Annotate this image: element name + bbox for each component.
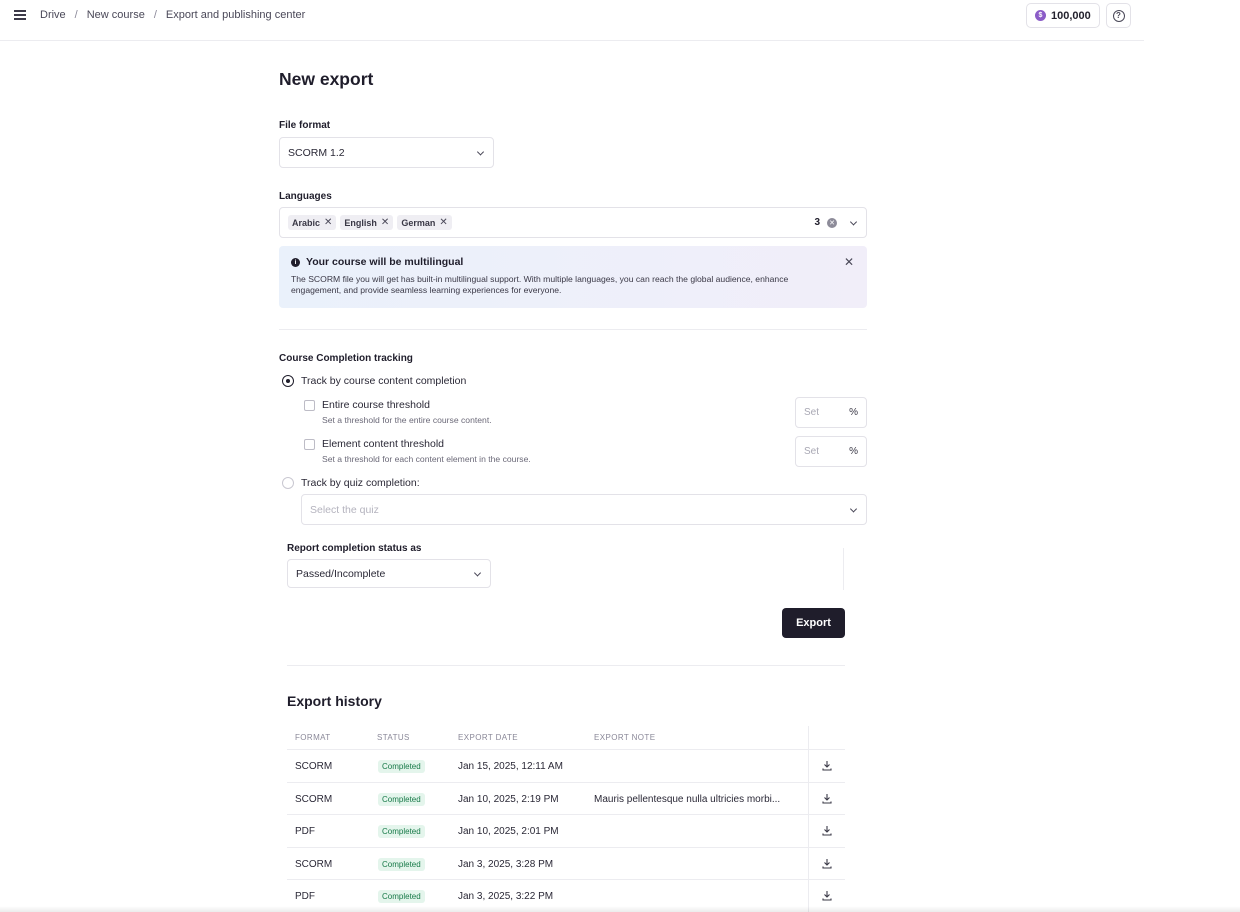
status-badge: Completed <box>378 760 425 773</box>
top-bar: Drive / New course / Export and publishi… <box>0 0 1144 41</box>
credits-button[interactable]: $ 100,000 <box>1026 3 1100 28</box>
file-format-value: SCORM 1.2 <box>288 146 345 159</box>
table-row: PDF Completed Jan 10, 2025, 2:01 PM <box>287 815 845 848</box>
banner-title: Your course will be multilingual <box>306 256 464 268</box>
element-threshold-hint: Set a threshold for each content element… <box>322 454 531 464</box>
remove-tag-icon[interactable]: ✕ <box>324 217 332 228</box>
language-tag-label: German <box>401 217 436 228</box>
export-button[interactable]: Export <box>782 608 845 638</box>
entire-threshold-checkbox[interactable] <box>304 400 315 411</box>
section-divider <box>287 665 845 666</box>
menu-icon[interactable] <box>14 10 26 22</box>
languages-multiselect[interactable]: Arabic ✕ English ✕ German ✕ 3 ✕ <box>279 207 867 238</box>
vertical-divider <box>843 548 844 590</box>
bottom-shadow <box>0 906 1240 912</box>
row-format: SCORM <box>295 858 333 870</box>
row-date: Jan 15, 2025, 12:11 AM <box>458 761 563 772</box>
chevron-down-icon <box>473 568 482 577</box>
entire-threshold-hint: Set a threshold for the entire course co… <box>322 415 492 425</box>
col-format: FORMAT <box>295 733 331 742</box>
history-title: Export history <box>287 693 382 709</box>
track-quiz-label: Track by quiz completion: <box>301 477 420 489</box>
language-tag-label: English <box>344 217 377 228</box>
row-format: PDF <box>295 826 315 838</box>
remove-tag-icon[interactable]: ✕ <box>381 217 389 228</box>
input-placeholder: Set <box>804 407 820 418</box>
table-row: SCORM Completed Jan 15, 2025, 12:11 AM <box>287 750 845 783</box>
row-date: Jan 10, 2025, 2:19 PM <box>458 793 559 805</box>
tracking-label: Course Completion tracking <box>279 353 413 364</box>
entire-threshold-title: Entire course threshold <box>322 399 430 411</box>
chevron-down-icon <box>476 147 485 156</box>
remove-tag-icon[interactable]: ✕ <box>439 217 447 228</box>
status-badge: Completed <box>378 825 425 839</box>
history-table: FORMAT STATUS EXPORT DATE EXPORT NOTE SC… <box>287 726 845 912</box>
page-title: New export <box>279 69 374 89</box>
radio-track-quiz[interactable] <box>282 477 294 489</box>
breadcrumb-drive[interactable]: Drive <box>40 9 66 21</box>
clear-all-icon[interactable]: ✕ <box>827 217 837 228</box>
chevron-down-icon <box>849 217 858 226</box>
element-threshold-title: Element content threshold <box>322 438 444 450</box>
input-placeholder: Set <box>804 446 820 457</box>
language-tag: English ✕ <box>340 215 394 230</box>
col-export-date: EXPORT DATE <box>458 733 518 742</box>
report-label: Report completion status as <box>287 543 422 554</box>
multilingual-banner: i Your course will be multilingual The S… <box>279 246 867 308</box>
breadcrumb-separator: / <box>74 9 78 21</box>
breadcrumb-new-course[interactable]: New course <box>87 9 145 21</box>
languages-label: Languages <box>279 191 332 202</box>
quiz-placeholder: Select the quiz <box>310 503 379 516</box>
report-status-value: Passed/Incomplete <box>296 567 386 580</box>
col-status: STATUS <box>377 733 410 742</box>
download-icon[interactable] <box>822 890 832 901</box>
row-date: Jan 10, 2025, 2:01 PM <box>458 826 559 838</box>
banner-text: The SCORM file you will get has built-in… <box>291 274 789 295</box>
download-icon[interactable] <box>822 760 832 771</box>
track-content-label: Track by course content completion <box>301 375 467 387</box>
percent-unit: % <box>849 446 858 457</box>
close-icon[interactable]: ✕ <box>844 255 854 269</box>
percent-unit: % <box>849 407 858 418</box>
row-date: Jan 3, 2025, 3:28 PM <box>458 858 554 870</box>
element-threshold-input[interactable]: Set % <box>795 436 867 467</box>
row-format: SCORM <box>295 793 333 805</box>
status-badge: Completed <box>378 792 425 806</box>
table-row: SCORM Completed Jan 10, 2025, 2:19 PM Ma… <box>287 783 845 816</box>
file-format-label: File format <box>279 120 331 131</box>
credits-amount: 100,000 <box>1051 9 1091 22</box>
table-row: SCORM Completed Jan 3, 2025, 3:28 PM <box>287 848 845 881</box>
section-divider <box>279 329 867 330</box>
row-note: Mauris pellentesque nulla ultricies morb… <box>594 793 781 805</box>
row-date: Jan 3, 2025, 3:22 PM <box>458 891 554 903</box>
download-icon[interactable] <box>822 825 832 836</box>
col-export-note: EXPORT NOTE <box>594 733 656 742</box>
language-tag-label: Arabic <box>292 217 321 228</box>
language-tag: Arabic ✕ <box>288 215 337 230</box>
languages-count: 3 <box>814 217 820 228</box>
breadcrumb-current: Export and publishing center <box>165 9 306 21</box>
breadcrumb: Drive / New course / Export and publishi… <box>40 9 305 21</box>
chevron-down-icon <box>849 504 858 513</box>
table-header: FORMAT STATUS EXPORT DATE EXPORT NOTE <box>287 726 845 750</box>
language-tag: German ✕ <box>397 215 452 230</box>
download-icon[interactable] <box>822 793 832 804</box>
download-icon[interactable] <box>822 858 832 869</box>
status-badge: Completed <box>378 890 425 904</box>
quiz-select[interactable]: Select the quiz <box>301 494 867 525</box>
status-badge: Completed <box>378 857 425 871</box>
file-format-select[interactable]: SCORM 1.2 <box>279 137 494 168</box>
row-format: PDF <box>295 891 315 903</box>
entire-threshold-input[interactable]: Set % <box>795 397 867 428</box>
element-threshold-checkbox[interactable] <box>304 439 315 450</box>
help-icon: ? <box>1112 9 1125 22</box>
report-status-select[interactable]: Passed/Incomplete <box>287 559 491 588</box>
help-button[interactable]: ? <box>1106 3 1131 28</box>
coin-icon: $ <box>1035 10 1046 21</box>
breadcrumb-separator: / <box>153 9 157 21</box>
row-format: SCORM <box>295 761 333 772</box>
info-icon: i <box>291 258 300 267</box>
radio-track-content[interactable] <box>282 375 294 387</box>
